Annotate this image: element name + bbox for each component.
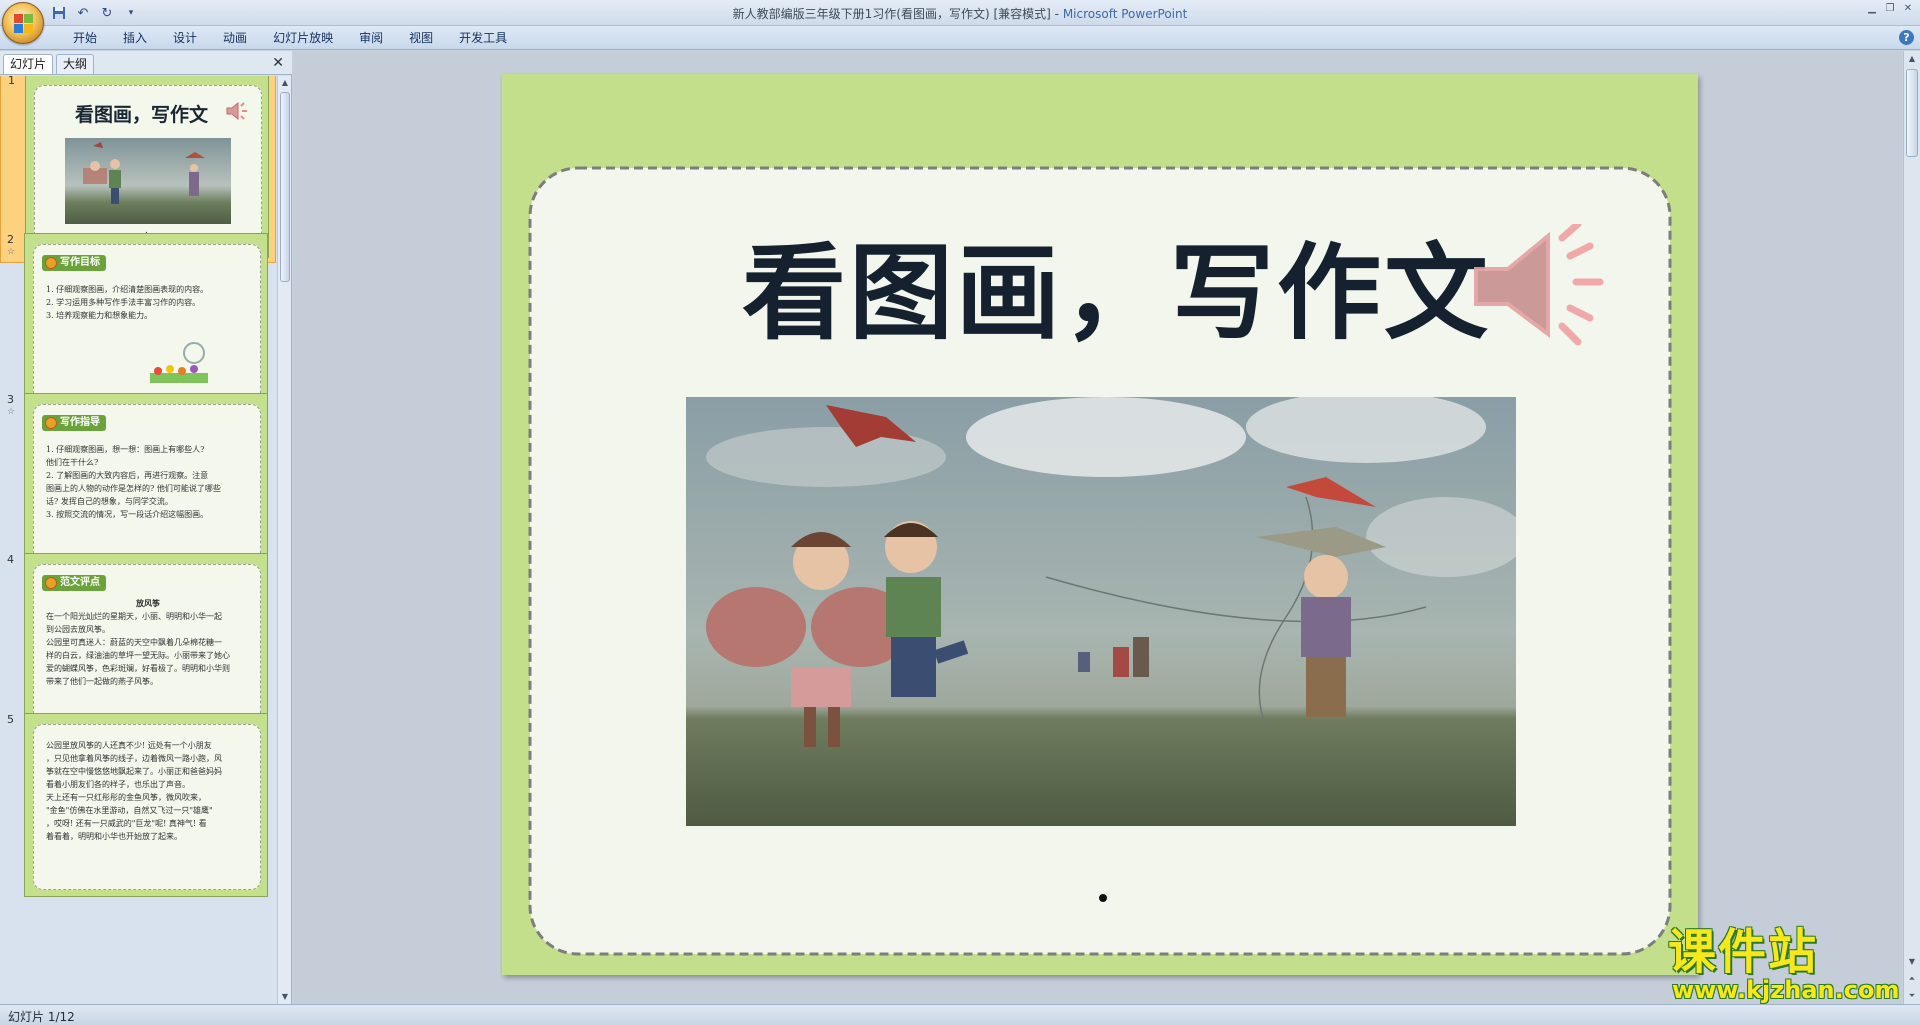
tab-view[interactable]: 视图 (396, 30, 446, 47)
section-badge: 写作指导 (42, 415, 106, 431)
scroll-up-icon[interactable]: ▲ (278, 76, 292, 90)
tab-review[interactable]: 审阅 (346, 30, 396, 47)
scroll-thumb[interactable] (1906, 69, 1918, 157)
thumbnail-text: 公园里放风筝的人还真不少! 远处有一个小朋友 ，只见他拿着风筝的线子，边着微风一… (46, 741, 222, 841)
tab-animations[interactable]: 动画 (210, 30, 260, 47)
guide-icon (45, 417, 57, 429)
scroll-down-icon[interactable]: ▼ (278, 990, 292, 1004)
slide-number: 1 (8, 76, 15, 87)
office-logo-icon (14, 14, 34, 34)
watermark-url: www.kjzhan.com (1672, 976, 1900, 1004)
scroll-up-icon[interactable]: ▲ (1904, 51, 1920, 67)
frog-icon (45, 577, 57, 589)
tab-slides[interactable]: 幻灯片 (3, 54, 54, 74)
slide-thumbnail-5[interactable]: 5 公园里放风筝的人还真不少! 远处有一个小朋友 ，只见他拿着风筝的线子，边着微… (0, 709, 276, 903)
minimize-icon[interactable]: ▁ (1864, 2, 1880, 16)
thumbnail-kite-picture (65, 138, 231, 224)
slide-counter: 幻灯片 1/12 (8, 1010, 75, 1024)
animation-star-icon: ☆ (7, 247, 16, 257)
previous-slide-icon[interactable]: ⏶ (1904, 971, 1920, 987)
scroll-down-icon[interactable]: ▼ (1904, 954, 1920, 970)
thumbnail-text: 1. 仔细观察图画，介绍清楚图画表现的内容。 2. 学习运用多种写作手法丰富习作… (46, 285, 209, 320)
restore-icon[interactable]: ❐ (1882, 2, 1898, 16)
watermark-name: 课件站 (1668, 924, 1819, 980)
thumbnail-text: 1. 仔细观察图画，想一想：图画上有哪些人? 他们在干什么? 2. 了解图画的大… (46, 445, 221, 519)
slide-number: 3 (7, 393, 14, 406)
animation-star-icon: ☆ (7, 407, 16, 417)
slide-editing-area: 看图画，写作文 (293, 51, 1902, 1004)
slide-title[interactable]: 看图画，写作文 (742, 208, 1491, 359)
tab-insert[interactable]: 插入 (110, 30, 160, 47)
watermark-logo: 课件站 www.kjzhan.com (1668, 924, 1904, 1004)
speaker-icon (226, 101, 247, 121)
tab-slide-show[interactable]: 幻灯片放映 (260, 30, 346, 47)
ribbon-tab-bar: 开始 插入 设计 动画 幻灯片放映 审阅 视图 开发工具 ? (0, 26, 1920, 50)
flower-clipart-icon (150, 342, 208, 383)
slide-thumbnail-list: 1 看图画，写作文 . 2 ☆ 写作目标 1. 仔细观察图画，介绍清楚图画表现的… (0, 76, 276, 1004)
tab-outline[interactable]: 大纲 (56, 54, 95, 74)
close-icon[interactable]: ✕ (1900, 2, 1916, 16)
slide-number: 2 (7, 233, 14, 246)
section-badge: 写作目标 (42, 255, 106, 271)
thumbnail-scrollbar[interactable]: ▲ ▼ (277, 76, 291, 1004)
thumbnail-preview: 公园里放风筝的人还真不少! 远处有一个小朋友 ，只见他拿着风筝的线子，边着微风一… (24, 713, 268, 897)
slide-number: 5 (7, 713, 14, 726)
tab-design[interactable]: 设计 (160, 30, 210, 47)
close-panel-icon[interactable]: ✕ (272, 55, 284, 71)
slide-number: 4 (7, 553, 14, 566)
window-controls: ▁ ❐ ✕ (1864, 2, 1916, 16)
slides-panel: 幻灯片 大纲 ✕ 1 看图画，写作文 . 2 ☆ 写作目标 1. 仔细观察图画，… (0, 51, 292, 1004)
title-bar: ↶ ↻ ▾ 新人教部编版三年级下册1习作(看图画，写作文) [兼容模式] - M… (0, 0, 1920, 26)
target-icon (45, 257, 57, 269)
tab-home[interactable]: 开始 (60, 30, 110, 47)
thumbnail-title: 看图画，写作文 (75, 104, 209, 126)
status-bar: 幻灯片 1/12 (0, 1004, 1920, 1025)
speaker-icon[interactable] (1468, 224, 1628, 354)
scroll-thumb[interactable] (280, 92, 290, 282)
next-slide-icon[interactable]: ⏷ (1904, 988, 1920, 1004)
slide-canvas[interactable]: 看图画，写作文 (502, 74, 1698, 975)
section-badge: 范文评点 (42, 575, 106, 591)
thumbnail-text: 放风筝 在一个阳光灿烂的星期天，小丽、明明和小华一起 到公园去放风筝。 公园里可… (46, 598, 230, 686)
tab-developer[interactable]: 开发工具 (446, 30, 520, 47)
office-button[interactable] (2, 2, 44, 44)
slide-scrollbar[interactable]: ▲ ▼ ⏶ ⏷ (1903, 51, 1920, 1004)
window-title: 新人教部编版三年级下册1习作(看图画，写作文) [兼容模式] - Microso… (732, 7, 1188, 21)
help-icon[interactable]: ? (1899, 30, 1914, 45)
slide-bullet-dot (1099, 894, 1107, 902)
panel-tabs: 幻灯片 大纲 ✕ (0, 51, 292, 75)
kite-flying-picture[interactable] (686, 397, 1516, 826)
